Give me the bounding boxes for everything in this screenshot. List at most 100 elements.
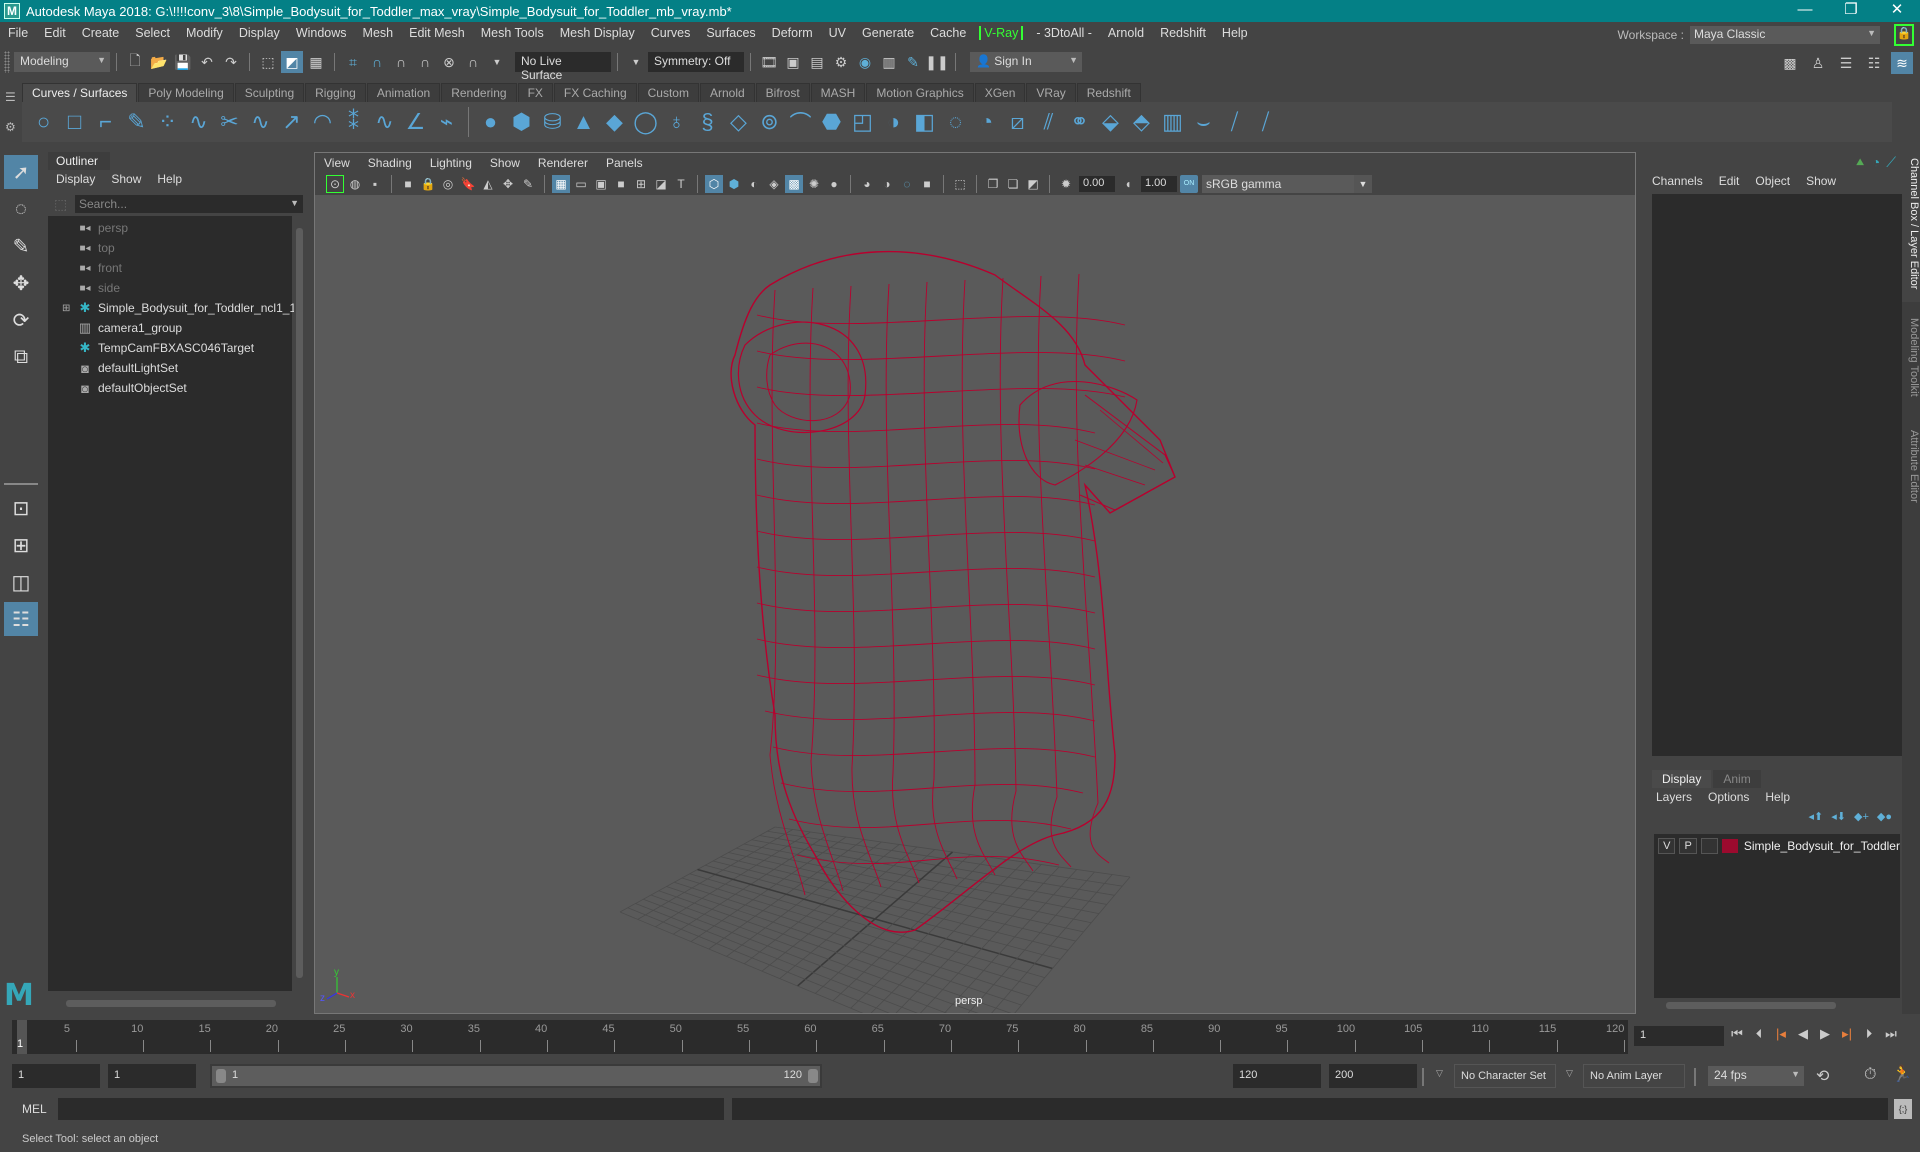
color-space-dropdown[interactable]: sRGB gamma ▼ — [1202, 175, 1372, 193]
playback-end-field[interactable]: 120 — [1233, 1064, 1321, 1088]
outliner-menu-help[interactable]: Help — [157, 172, 182, 186]
tab-channel-box-layer-editor[interactable]: Channel Box / Layer Editor — [1902, 152, 1920, 302]
go-to-start-icon[interactable]: ⏮ — [1728, 1026, 1746, 1042]
outliner-menu-show[interactable]: Show — [111, 172, 141, 186]
rotate-tool-icon[interactable]: ⟳ — [4, 303, 38, 337]
color-management-toggle-icon[interactable]: ON — [1180, 175, 1198, 193]
shelf-tab-motion-graphics[interactable]: Motion Graphics — [866, 83, 974, 102]
play-forwards-icon[interactable]: ▶ — [1816, 1026, 1834, 1042]
current-time-marker[interactable]: 1 — [17, 1020, 27, 1054]
shelf-tab-mash[interactable]: MASH — [810, 83, 866, 102]
menu-edit[interactable]: Edit — [36, 26, 74, 40]
attach-curve-icon[interactable]: ∠ — [400, 107, 431, 137]
outliner-tab[interactable]: Outliner — [48, 152, 110, 170]
shelf-tab-custom[interactable]: Custom — [637, 83, 699, 102]
layer-display-type-toggle[interactable] — [1700, 838, 1719, 854]
use-all-lights-icon[interactable]: ✺ — [805, 175, 823, 193]
viewport-menu-shading[interactable]: Shading — [359, 156, 421, 170]
move-layer-down-icon[interactable]: ◂⬇ — [1831, 810, 1846, 823]
bezier-curve-icon[interactable]: ∿ — [183, 107, 214, 137]
arc-icon[interactable]: ◠ — [307, 107, 338, 137]
layer-row[interactable]: V P Simple_Bodysuit_for_Toddler — [1654, 834, 1900, 858]
menu-uv[interactable]: UV — [821, 26, 854, 40]
viewport-menu-renderer[interactable]: Renderer — [529, 156, 597, 170]
toolbar-grip[interactable] — [4, 51, 10, 73]
camera-film-icon[interactable]: ◎ — [439, 175, 457, 193]
rebuild-surface-icon[interactable]: ⌣ — [1188, 107, 1219, 137]
menu-generate[interactable]: Generate — [854, 26, 922, 40]
menu-deform[interactable]: Deform — [764, 26, 821, 40]
exposure-icon[interactable]: ✹ — [1057, 175, 1075, 193]
select-component-icon[interactable]: ▦ — [305, 51, 327, 73]
menu-v-ray[interactable]: V-Ray — [979, 26, 1024, 40]
persp-outliner-layout-icon[interactable]: ◫ — [4, 565, 38, 599]
boundary-icon[interactable]: ⬣ — [816, 107, 847, 137]
pencil-curve-icon[interactable]: ✎ — [121, 107, 152, 137]
viewport-menu-view[interactable]: View — [315, 156, 359, 170]
menu-3dtoall[interactable]: - 3DtoAll - — [1028, 26, 1100, 40]
snap-grid-icon[interactable]: ⌗ — [342, 51, 364, 73]
command-input[interactable] — [58, 1098, 724, 1120]
chevron-down-icon[interactable]: ▽ — [1436, 1068, 1443, 1079]
pause-viewport-icon[interactable]: ❚❚ — [925, 51, 948, 73]
range-slider-bar[interactable]: 1 120 — [210, 1064, 822, 1088]
render-frame-icon[interactable]: ▣ — [782, 51, 804, 73]
chevron-down-icon[interactable]: ▼ — [625, 51, 647, 73]
paint-select-tool-icon[interactable]: ✎ — [4, 229, 38, 263]
time-slider-track[interactable]: 1 5 10 15 20 25 30 35 40 45 50 55 60 65 70 75 80 85 90 95 1… — [12, 1020, 1628, 1054]
nurbs-circle-icon[interactable]: ○ — [28, 107, 59, 137]
tab-modeling-toolkit[interactable]: Modeling Toolkit — [1902, 312, 1920, 417]
xray-icon[interactable]: ▩ — [785, 175, 803, 193]
backface-icon[interactable]: ◩ — [1024, 175, 1042, 193]
film-gate-icon[interactable]: ▭ — [572, 175, 590, 193]
attribute-editor-toggle-icon[interactable]: ☰ — [1835, 52, 1857, 74]
shelf-tab-rendering[interactable]: Rendering — [441, 83, 517, 102]
new-layer-selected-icon[interactable]: ◆● — [1877, 810, 1892, 823]
shelf-settings-icon[interactable]: ⚙ — [5, 120, 16, 134]
field-chart-icon[interactable]: ⊞ — [632, 175, 650, 193]
outliner-vertical-scrollbar[interactable] — [294, 216, 304, 991]
snap-view-plane-icon[interactable]: ⊗ — [438, 51, 460, 73]
channels-menu[interactable]: Channels — [1652, 174, 1703, 188]
bevel-plus-icon[interactable]: ◑ — [878, 107, 909, 137]
options-menu[interactable]: Options — [1708, 790, 1749, 804]
menu-edit-mesh[interactable]: Edit Mesh — [401, 26, 473, 40]
camera-attributes-icon[interactable]: ▪ — [366, 175, 384, 193]
nurbs-square-icon[interactable]: □ — [59, 107, 90, 137]
shelf-tab-sculpting[interactable]: Sculpting — [234, 83, 305, 102]
detach-curve-icon[interactable]: ⌁ — [431, 107, 462, 137]
outliner-item[interactable]: ▥ camera1_group — [62, 318, 182, 338]
menu-cache[interactable]: Cache — [922, 26, 974, 40]
undo-icon[interactable]: ↶ — [196, 51, 218, 73]
sculpt-surface-icon[interactable]: ⧸ — [1219, 107, 1250, 137]
render-setup-icon[interactable]: ▥ — [878, 51, 900, 73]
outliner-item[interactable]: ◙ defaultLightSet — [62, 358, 178, 378]
character-set-field[interactable]: No Character Set — [1454, 1064, 1556, 1088]
menu-display[interactable]: Display — [231, 26, 288, 40]
open-scene-icon[interactable]: 📂 — [148, 51, 170, 73]
bookmark-icon[interactable]: 🔖 — [459, 175, 477, 193]
channel-box-toggle-icon[interactable]: ≋ — [1891, 52, 1913, 74]
curve-extend-icon[interactable]: ↗ — [276, 107, 307, 137]
menu-create[interactable]: Create — [74, 26, 128, 40]
safe-action-icon[interactable]: ◪ — [652, 175, 670, 193]
redo-icon[interactable]: ↷ — [220, 51, 242, 73]
tab-display[interactable]: Display — [1652, 770, 1712, 788]
outliner-search-input[interactable]: Search... ▼ — [75, 195, 303, 213]
shelf-tab-bifrost[interactable]: Bifrost — [755, 83, 810, 102]
menu-curves[interactable]: Curves — [643, 26, 699, 40]
nurbs-cube-icon[interactable]: ⬢ — [506, 107, 537, 137]
show-menu[interactable]: Show — [1806, 174, 1836, 188]
render-view-icon[interactable]: 🎞 — [758, 51, 780, 73]
edit-menu[interactable]: Edit — [1719, 174, 1740, 188]
nurbs-sphere-icon[interactable]: ● — [475, 107, 506, 137]
go-to-end-icon[interactable]: ⏭ — [1882, 1026, 1900, 1042]
shelf-tab-poly-modeling[interactable]: Poly Modeling — [138, 83, 234, 102]
tool-settings-toggle-icon[interactable]: ☷ — [1863, 52, 1885, 74]
two-d-pan-zoom-icon[interactable]: ✥ — [499, 175, 517, 193]
curve-cut-icon[interactable]: ✂ — [214, 107, 245, 137]
chevron-down-icon[interactable]: ▽ — [1566, 1068, 1573, 1079]
filter-icon[interactable]: ⬚ — [54, 196, 67, 213]
menu-windows[interactable]: Windows — [288, 26, 355, 40]
fillet-icon[interactable]: ⬙ — [1095, 107, 1126, 137]
